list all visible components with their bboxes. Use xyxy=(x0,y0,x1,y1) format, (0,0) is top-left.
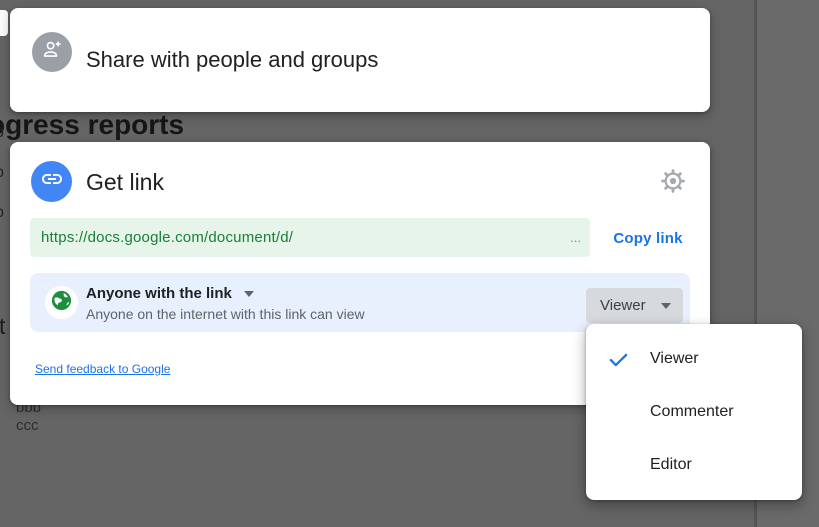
role-dropdown-button[interactable]: Viewer xyxy=(586,288,683,323)
screen: ogress reports p p p t bbb ccc Share wit… xyxy=(0,0,819,527)
link-icon xyxy=(40,167,64,196)
role-menu-item-editor[interactable]: Editor xyxy=(586,438,802,491)
role-menu-item-viewer[interactable]: Viewer xyxy=(586,333,802,386)
gear-icon xyxy=(659,167,687,200)
audience-description: Anyone on the internet with this link ca… xyxy=(86,306,365,322)
role-menu-item-label: Viewer xyxy=(650,350,699,368)
background-text-fragment: p xyxy=(0,204,4,222)
background-text-fragment: p xyxy=(0,124,4,142)
link-truncation-ellipsis: ... xyxy=(570,230,581,245)
person-add-avatar xyxy=(32,32,72,72)
person-add-icon xyxy=(41,38,64,66)
role-menu-item-label: Editor xyxy=(650,456,692,474)
check-icon xyxy=(586,348,650,371)
link-settings-button[interactable] xyxy=(654,164,692,202)
role-button-label: Viewer xyxy=(600,297,646,314)
globe-icon xyxy=(50,289,73,317)
share-link-url: https://docs.google.com/document/d/ xyxy=(41,229,570,246)
role-menu: Viewer Commenter Editor xyxy=(586,324,802,500)
send-feedback-link[interactable]: Send feedback to Google xyxy=(35,362,170,376)
globe-avatar xyxy=(45,286,78,319)
link-avatar xyxy=(31,161,72,202)
copy-link-button[interactable]: Copy link xyxy=(596,224,700,252)
audience-label: Anyone with the link xyxy=(86,285,232,302)
background-text-fragment: p xyxy=(0,164,4,182)
background-document-heading: ogress reports xyxy=(0,108,184,142)
share-people-dialog[interactable]: Share with people and groups xyxy=(10,8,710,112)
share-dialog-title: Share with people and groups xyxy=(86,8,378,112)
background-text-line: ccc xyxy=(16,417,39,434)
share-link-field[interactable]: https://docs.google.com/document/d/ ... xyxy=(30,218,590,257)
get-link-title: Get link xyxy=(86,169,164,196)
background-text-fragment: t xyxy=(0,313,5,340)
role-menu-item-label: Commenter xyxy=(650,403,734,421)
audience-selector[interactable]: Anyone with the link xyxy=(86,285,254,302)
role-menu-item-commenter[interactable]: Commenter xyxy=(586,386,802,439)
chevron-down-icon xyxy=(661,303,671,309)
background-white-fragment xyxy=(0,10,8,36)
chevron-down-icon xyxy=(244,291,254,297)
